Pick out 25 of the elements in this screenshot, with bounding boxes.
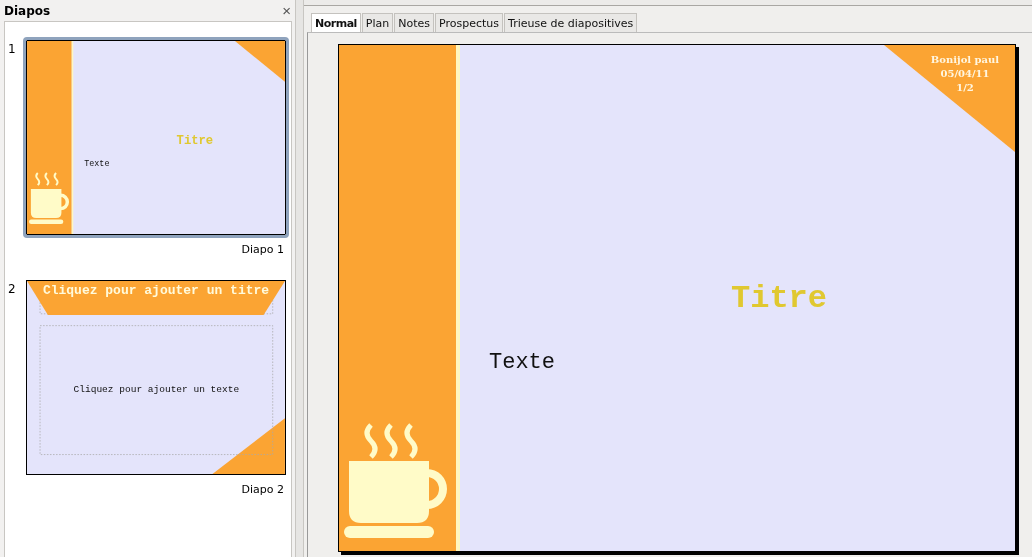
slide-title: Titre: [176, 134, 214, 148]
slide-thumbnail[interactable]: Titre Texte: [26, 40, 286, 235]
view-tab[interactable]: Normal: [311, 13, 361, 32]
view-tab[interactable]: Notes: [394, 13, 435, 32]
slide-number: 1: [7, 42, 17, 56]
corner-triangle: [234, 41, 285, 82]
slide-label: Diapo 1: [241, 243, 284, 256]
view-tab[interactable]: Prospectus: [435, 13, 504, 32]
view-tab[interactable]: Plan: [361, 13, 394, 32]
title-banner: Cliquez pour ajouter un titre: [27, 281, 285, 315]
footer-text: 05/04/11: [940, 68, 990, 79]
slide-number: 2: [7, 282, 17, 296]
slide-label: Diapo 2: [241, 483, 284, 496]
close-button[interactable]: ×: [282, 3, 291, 18]
panel-title: Diapos: [4, 3, 51, 18]
slide-title: Titre: [731, 280, 827, 317]
splitter-handle[interactable]: [295, 0, 304, 557]
view-tab[interactable]: Trieuse de diapositives: [504, 13, 638, 32]
text-placeholder: Cliquez pour ajouter un texte: [73, 383, 240, 395]
slide-text: Texte: [489, 350, 555, 375]
slide-text: Texte: [84, 159, 110, 170]
footer-text: Bonijol paul: [930, 54, 1000, 65]
footer-text: 1/2: [956, 82, 974, 93]
slide-thumbnail[interactable]: Cliquez pour ajouter un titre Cliquez pour ajouter un texte: [26, 280, 286, 475]
cup-drawing: [29, 172, 69, 225]
